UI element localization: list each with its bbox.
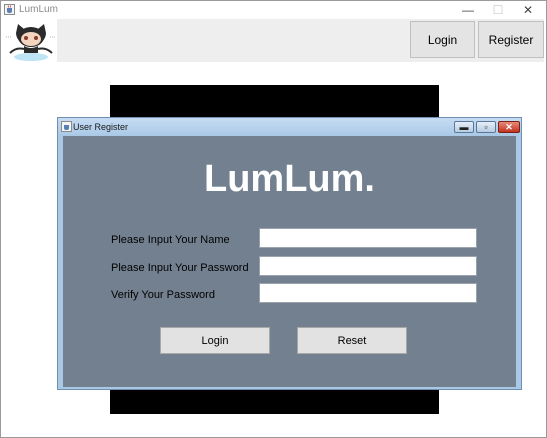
java-cup-icon [4, 4, 15, 15]
header-login-button[interactable]: Login [410, 21, 475, 58]
brand-title: LumLum. [204, 158, 375, 200]
dialog-minimize-button[interactable]: ▬ [454, 121, 474, 133]
reset-button[interactable]: Reset [297, 327, 407, 354]
maximize-button[interactable]: ☐ [483, 1, 513, 19]
password-label: Please Input Your Password [111, 262, 249, 274]
dialog-maximize-button[interactable]: ▫ [476, 121, 496, 133]
dialog-close-button[interactable]: ✕ [498, 121, 520, 133]
dialog-body: LumLum. Please Input Your Name Please In… [63, 136, 516, 387]
password-input[interactable] [259, 256, 477, 276]
java-cup-icon [61, 121, 72, 132]
minimize-button[interactable]: — [453, 1, 483, 19]
dialog-title-bar[interactable]: User Register ▬ ▫ ✕ [58, 118, 521, 136]
verify-password-input[interactable] [259, 283, 477, 303]
header-register-button[interactable]: Register [478, 21, 544, 58]
main-window: LumLum — ☐ ✕ Login Register User Registe… [0, 0, 547, 438]
window-title: LumLum [19, 4, 58, 15]
title-bar[interactable]: LumLum — ☐ ✕ [1, 1, 546, 19]
verify-password-label: Verify Your Password [111, 289, 215, 301]
user-register-dialog: User Register ▬ ▫ ✕ LumLum. Please Input… [57, 117, 522, 390]
name-input[interactable] [259, 228, 477, 248]
close-button[interactable]: ✕ [513, 1, 543, 19]
login-button[interactable]: Login [160, 327, 270, 354]
dialog-title: User Register [73, 122, 129, 132]
octocat-icon [6, 24, 56, 61]
name-label: Please Input Your Name [111, 234, 230, 246]
